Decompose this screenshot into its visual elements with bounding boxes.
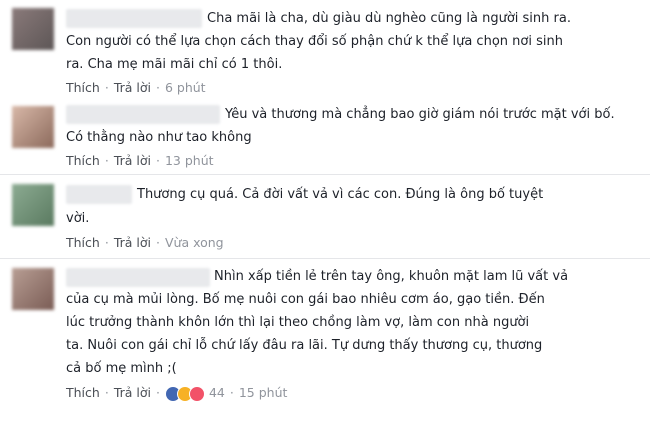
comment-text-line: Thương cụ quá. Cả đời vất vả vì các con.… (137, 187, 544, 202)
love-icon (188, 385, 205, 402)
comment-actions: Thích · Trả lời · Vừa xong (66, 235, 224, 250)
reply-link[interactable]: Trả lời (114, 80, 151, 95)
comment-item: Thương cụ quá. Cả đời vất vả vì các con.… (0, 175, 650, 260)
timestamp[interactable]: 6 phút (165, 80, 206, 95)
comment-text-line: cả bố mẹ mình ;( (66, 361, 177, 376)
like-link[interactable]: Thích (66, 235, 100, 250)
comment-actions: Thích · Trả lời · 44 · 15 phút (66, 385, 288, 402)
like-link[interactable]: Thích (66, 153, 100, 168)
comment-text-line: của cụ mà mủi lòng. Bố mẹ nuôi con gái b… (66, 292, 545, 307)
comment-item: Cha mãi là cha, dù giàu dù nghèo cũng là… (0, 0, 650, 100)
author-name[interactable] (66, 9, 202, 28)
comment-text-line: Có thằng nào như tao không (66, 130, 252, 145)
reaction-count[interactable]: 44 (209, 385, 225, 400)
timestamp[interactable]: 15 phút (239, 385, 288, 400)
author-name[interactable] (66, 185, 132, 204)
reaction-summary[interactable] (164, 385, 205, 402)
reply-link[interactable]: Trả lời (114, 153, 151, 168)
comment-item: Nhìn xấp tiền lẻ trên tay ông, khuôn mặt… (0, 259, 650, 425)
author-name[interactable] (66, 105, 220, 124)
comment-text-line: vời. (66, 211, 90, 226)
author-name[interactable] (66, 268, 210, 287)
avatar[interactable] (12, 184, 54, 226)
timestamp[interactable]: 13 phút (165, 153, 214, 168)
timestamp[interactable]: Vừa xong (165, 235, 224, 250)
reply-link[interactable]: Trả lời (114, 235, 151, 250)
avatar[interactable] (12, 268, 54, 310)
comment-actions: Thích · Trả lời · 13 phút (66, 153, 214, 168)
comment-item: Yêu và thương mà chẳng bao giờ giám nói … (0, 98, 650, 178)
comment-text-line: lúc trưởng thành khôn lớn thì lại theo c… (66, 315, 530, 330)
comment-text-line: ta. Nuôi con gái chỉ lỗ chứ lấy đâu ra l… (66, 338, 543, 353)
like-link[interactable]: Thích (66, 385, 100, 400)
avatar[interactable] (12, 106, 54, 148)
comment-text-line: Con người có thể lựa chọn cách thay đổi … (66, 34, 563, 49)
comment-text-line: Yêu và thương mà chẳng bao giờ giám nói … (225, 107, 615, 122)
avatar[interactable] (12, 8, 54, 50)
comment-text-line: Cha mãi là cha, dù giàu dù nghèo cũng là… (207, 11, 571, 26)
comment-text-line: ra. Cha mẹ mãi mãi chỉ có 1 thôi. (66, 57, 283, 72)
reply-link[interactable]: Trả lời (114, 385, 151, 400)
comment-actions: Thích · Trả lời · 6 phút (66, 80, 206, 95)
comment-text-line: Nhìn xấp tiền lẻ trên tay ông, khuôn mặt… (214, 269, 569, 284)
like-link[interactable]: Thích (66, 80, 100, 95)
